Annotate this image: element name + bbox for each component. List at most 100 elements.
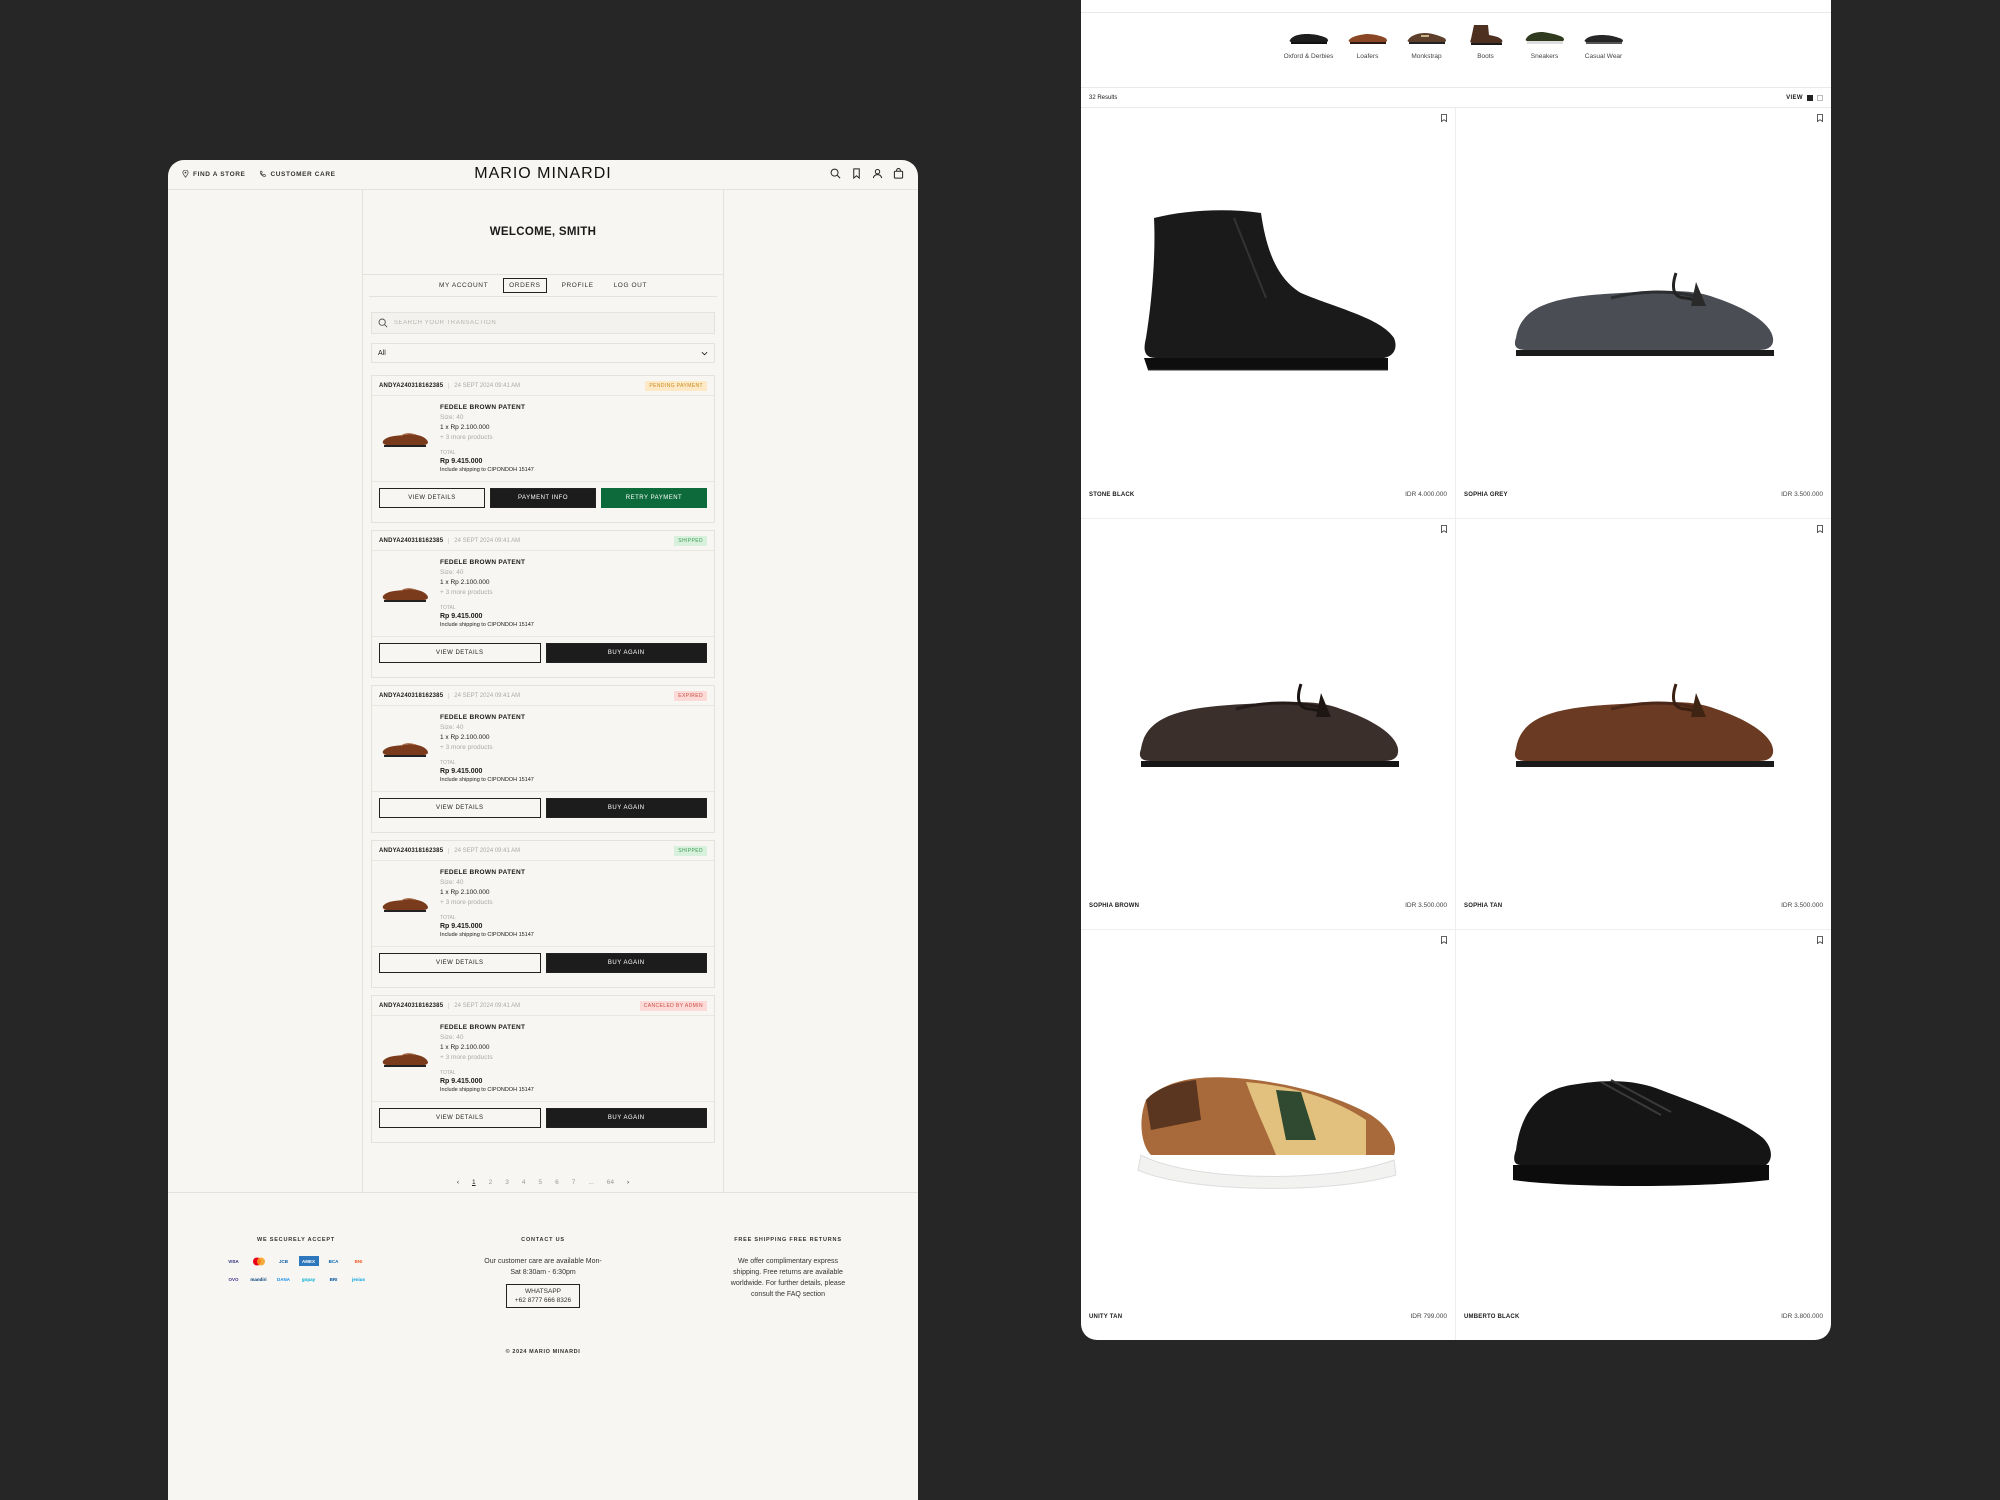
shipping-info: FREE SHIPPING FREE RETURNS We offer comp…: [728, 1235, 848, 1300]
brand-logo[interactable]: MARIO MINARDI: [168, 165, 918, 183]
bookmark-icon[interactable]: [1441, 114, 1447, 122]
product-image-boot: [1144, 210, 1396, 371]
page-1[interactable]: 1: [472, 1179, 476, 1186]
whatsapp-number: +62 8777 666 8326: [514, 1297, 572, 1304]
visa-logo: VISA: [228, 1258, 239, 1264]
buy-again-button[interactable]: BUY AGAIN: [545, 643, 707, 663]
bookmark-icon[interactable]: [1441, 936, 1447, 944]
shipping-note: Include shipping to CIPONDOH 15147: [440, 932, 534, 938]
category-bar: Oxford & Derbies Loafers Monkstrap Boots…: [1081, 13, 1831, 88]
order-id: ANDYA240318162385: [379, 1002, 444, 1009]
quantity-price: 1 x Rp 2.100.000: [440, 424, 490, 431]
product-card[interactable]: STONE BLACK IDR 4.000.000: [1081, 108, 1456, 519]
quantity-price: 1 x Rp 2.100.000: [440, 1044, 490, 1051]
page-4[interactable]: 4: [522, 1179, 526, 1186]
page-64[interactable]: 64: [607, 1179, 614, 1186]
bca-logo: BCA: [328, 1258, 339, 1264]
prev-page-button[interactable]: ‹: [457, 1179, 459, 1186]
payment-info-button[interactable]: PAYMENT INFO: [490, 488, 596, 508]
page-3[interactable]: 3: [505, 1179, 509, 1186]
search-input[interactable]: [394, 320, 694, 326]
product-name: UNITY TAN: [1089, 1314, 1123, 1320]
list-view-icon[interactable]: [1817, 94, 1823, 101]
retry-payment-button[interactable]: RETRY PAYMENT: [601, 488, 707, 508]
product-card[interactable]: UNITY TAN IDR 799.000: [1081, 930, 1456, 1340]
page-2[interactable]: 2: [489, 1179, 493, 1186]
order-date: 24 SEPT 2024 09:41 AM: [448, 692, 520, 699]
product-card[interactable]: SOPHIA TAN IDR 3.500.000: [1456, 519, 1831, 930]
buy-again-button[interactable]: BUY AGAIN: [545, 953, 707, 973]
jcb-logo: JCB: [278, 1258, 288, 1264]
product-card[interactable]: SOPHIA BROWN IDR 3.500.000: [1081, 519, 1456, 930]
page-7[interactable]: 7: [572, 1179, 576, 1186]
oxford-shoe-icon: [1289, 34, 1328, 44]
product-thumbnail: [382, 743, 428, 757]
grid-view-icon[interactable]: [1807, 94, 1813, 101]
site-footer: WE SECURELY ACCEPT VISA JCB AMEX BCA BNI…: [168, 1192, 918, 1500]
results-bar: 32 Results VIEW: [1081, 88, 1831, 108]
view-details-button[interactable]: VIEW DETAILS: [379, 1108, 541, 1128]
category-boots[interactable]: Boots: [1456, 23, 1515, 87]
product-size: Size: 40: [440, 569, 464, 576]
tab-log-out[interactable]: LOG OUT: [609, 279, 652, 292]
shopping-bag-icon[interactable]: [893, 168, 904, 179]
more-products: + 3 more products: [440, 434, 493, 441]
total-label: TOTAL: [440, 915, 456, 921]
shipping-text: We offer complimentary express shipping.…: [730, 1258, 846, 1298]
whatsapp-button[interactable]: WHATSAPP +62 8777 666 8326: [505, 1284, 581, 1308]
shipping-title: FREE SHIPPING FREE RETURNS: [734, 1237, 842, 1243]
product-card[interactable]: UMBERTO BLACK IDR 3.800.000: [1456, 930, 1831, 1340]
product-image-loafer: [1139, 683, 1399, 767]
site-header: FIND A STORE CUSTOMER CARE MARIO MINARDI: [168, 160, 918, 190]
page-5[interactable]: 5: [538, 1179, 542, 1186]
contact-us: CONTACT US Our customer care are availab…: [463, 1235, 623, 1308]
order-card: ANDYA240318162385 24 SEPT 2024 09:41 AM …: [371, 995, 715, 1143]
casual-shoe-icon: [1584, 35, 1623, 44]
tab-orders[interactable]: ORDERS: [503, 278, 547, 293]
order-date: 24 SEPT 2024 09:41 AM: [448, 537, 520, 544]
pagination: ‹ 1 2 3 4 5 6 7 ... 64 ›: [363, 1179, 723, 1186]
search-icon[interactable]: [830, 168, 841, 179]
shipping-note: Include shipping to CIPONDOH 15147: [440, 467, 534, 473]
order-id: ANDYA240318162385: [379, 847, 444, 854]
category-casual-wear[interactable]: Casual Wear: [1574, 23, 1633, 87]
buy-again-button[interactable]: BUY AGAIN: [545, 1108, 707, 1128]
buy-again-button[interactable]: BUY AGAIN: [545, 798, 707, 818]
view-details-button[interactable]: VIEW DETAILS: [379, 798, 541, 818]
contact-text: Our customer care are available Mon-Sat …: [484, 1258, 602, 1276]
tab-my-account[interactable]: MY ACCOUNT: [434, 279, 493, 292]
category-label: Boots: [1477, 53, 1494, 60]
order-status-filter[interactable]: All: [371, 343, 715, 363]
bookmark-icon[interactable]: [1817, 525, 1823, 533]
bookmark-icon[interactable]: [1441, 525, 1447, 533]
order-date: 24 SEPT 2024 09:41 AM: [448, 847, 520, 854]
user-icon[interactable]: [872, 168, 883, 179]
total-label: TOTAL: [440, 605, 456, 611]
bookmark-icon[interactable]: [1817, 936, 1823, 944]
transaction-search: [371, 312, 715, 334]
order-total: Rp 9.415.000: [440, 768, 483, 775]
product-price: IDR 3.500.000: [1781, 902, 1823, 909]
category-sneakers[interactable]: Sneakers: [1515, 23, 1574, 87]
page-6[interactable]: 6: [555, 1179, 559, 1186]
view-details-button[interactable]: VIEW DETAILS: [379, 953, 541, 973]
tab-profile[interactable]: PROFILE: [557, 279, 599, 292]
category-oxford-derbies[interactable]: Oxford & Derbies: [1279, 23, 1338, 87]
whatsapp-label: WHATSAPP: [525, 1288, 561, 1295]
view-details-button[interactable]: VIEW DETAILS: [379, 488, 485, 508]
more-products: + 3 more products: [440, 744, 493, 751]
status-badge: SHIPPED: [674, 845, 707, 856]
account-orders-page: FIND A STORE CUSTOMER CARE MARIO MINARDI…: [168, 160, 918, 1500]
mandiri-logo: mandiri: [250, 1276, 267, 1282]
product-grid: STONE BLACK IDR 4.000.000 SOPHIA GREY ID…: [1081, 108, 1831, 1340]
bookmark-icon[interactable]: [1817, 114, 1823, 122]
view-details-button[interactable]: VIEW DETAILS: [379, 643, 541, 663]
status-badge: EXPIRED: [674, 690, 707, 701]
category-loafers[interactable]: Loafers: [1338, 23, 1397, 87]
product-image-sneaker: [1137, 1077, 1397, 1189]
product-card[interactable]: SOPHIA GREY IDR 3.500.000: [1456, 108, 1831, 519]
category-monkstrap[interactable]: Monkstrap: [1397, 23, 1456, 87]
bookmark-icon[interactable]: [851, 168, 862, 179]
next-page-button[interactable]: ›: [627, 1179, 629, 1186]
view-label: VIEW: [1786, 94, 1803, 101]
